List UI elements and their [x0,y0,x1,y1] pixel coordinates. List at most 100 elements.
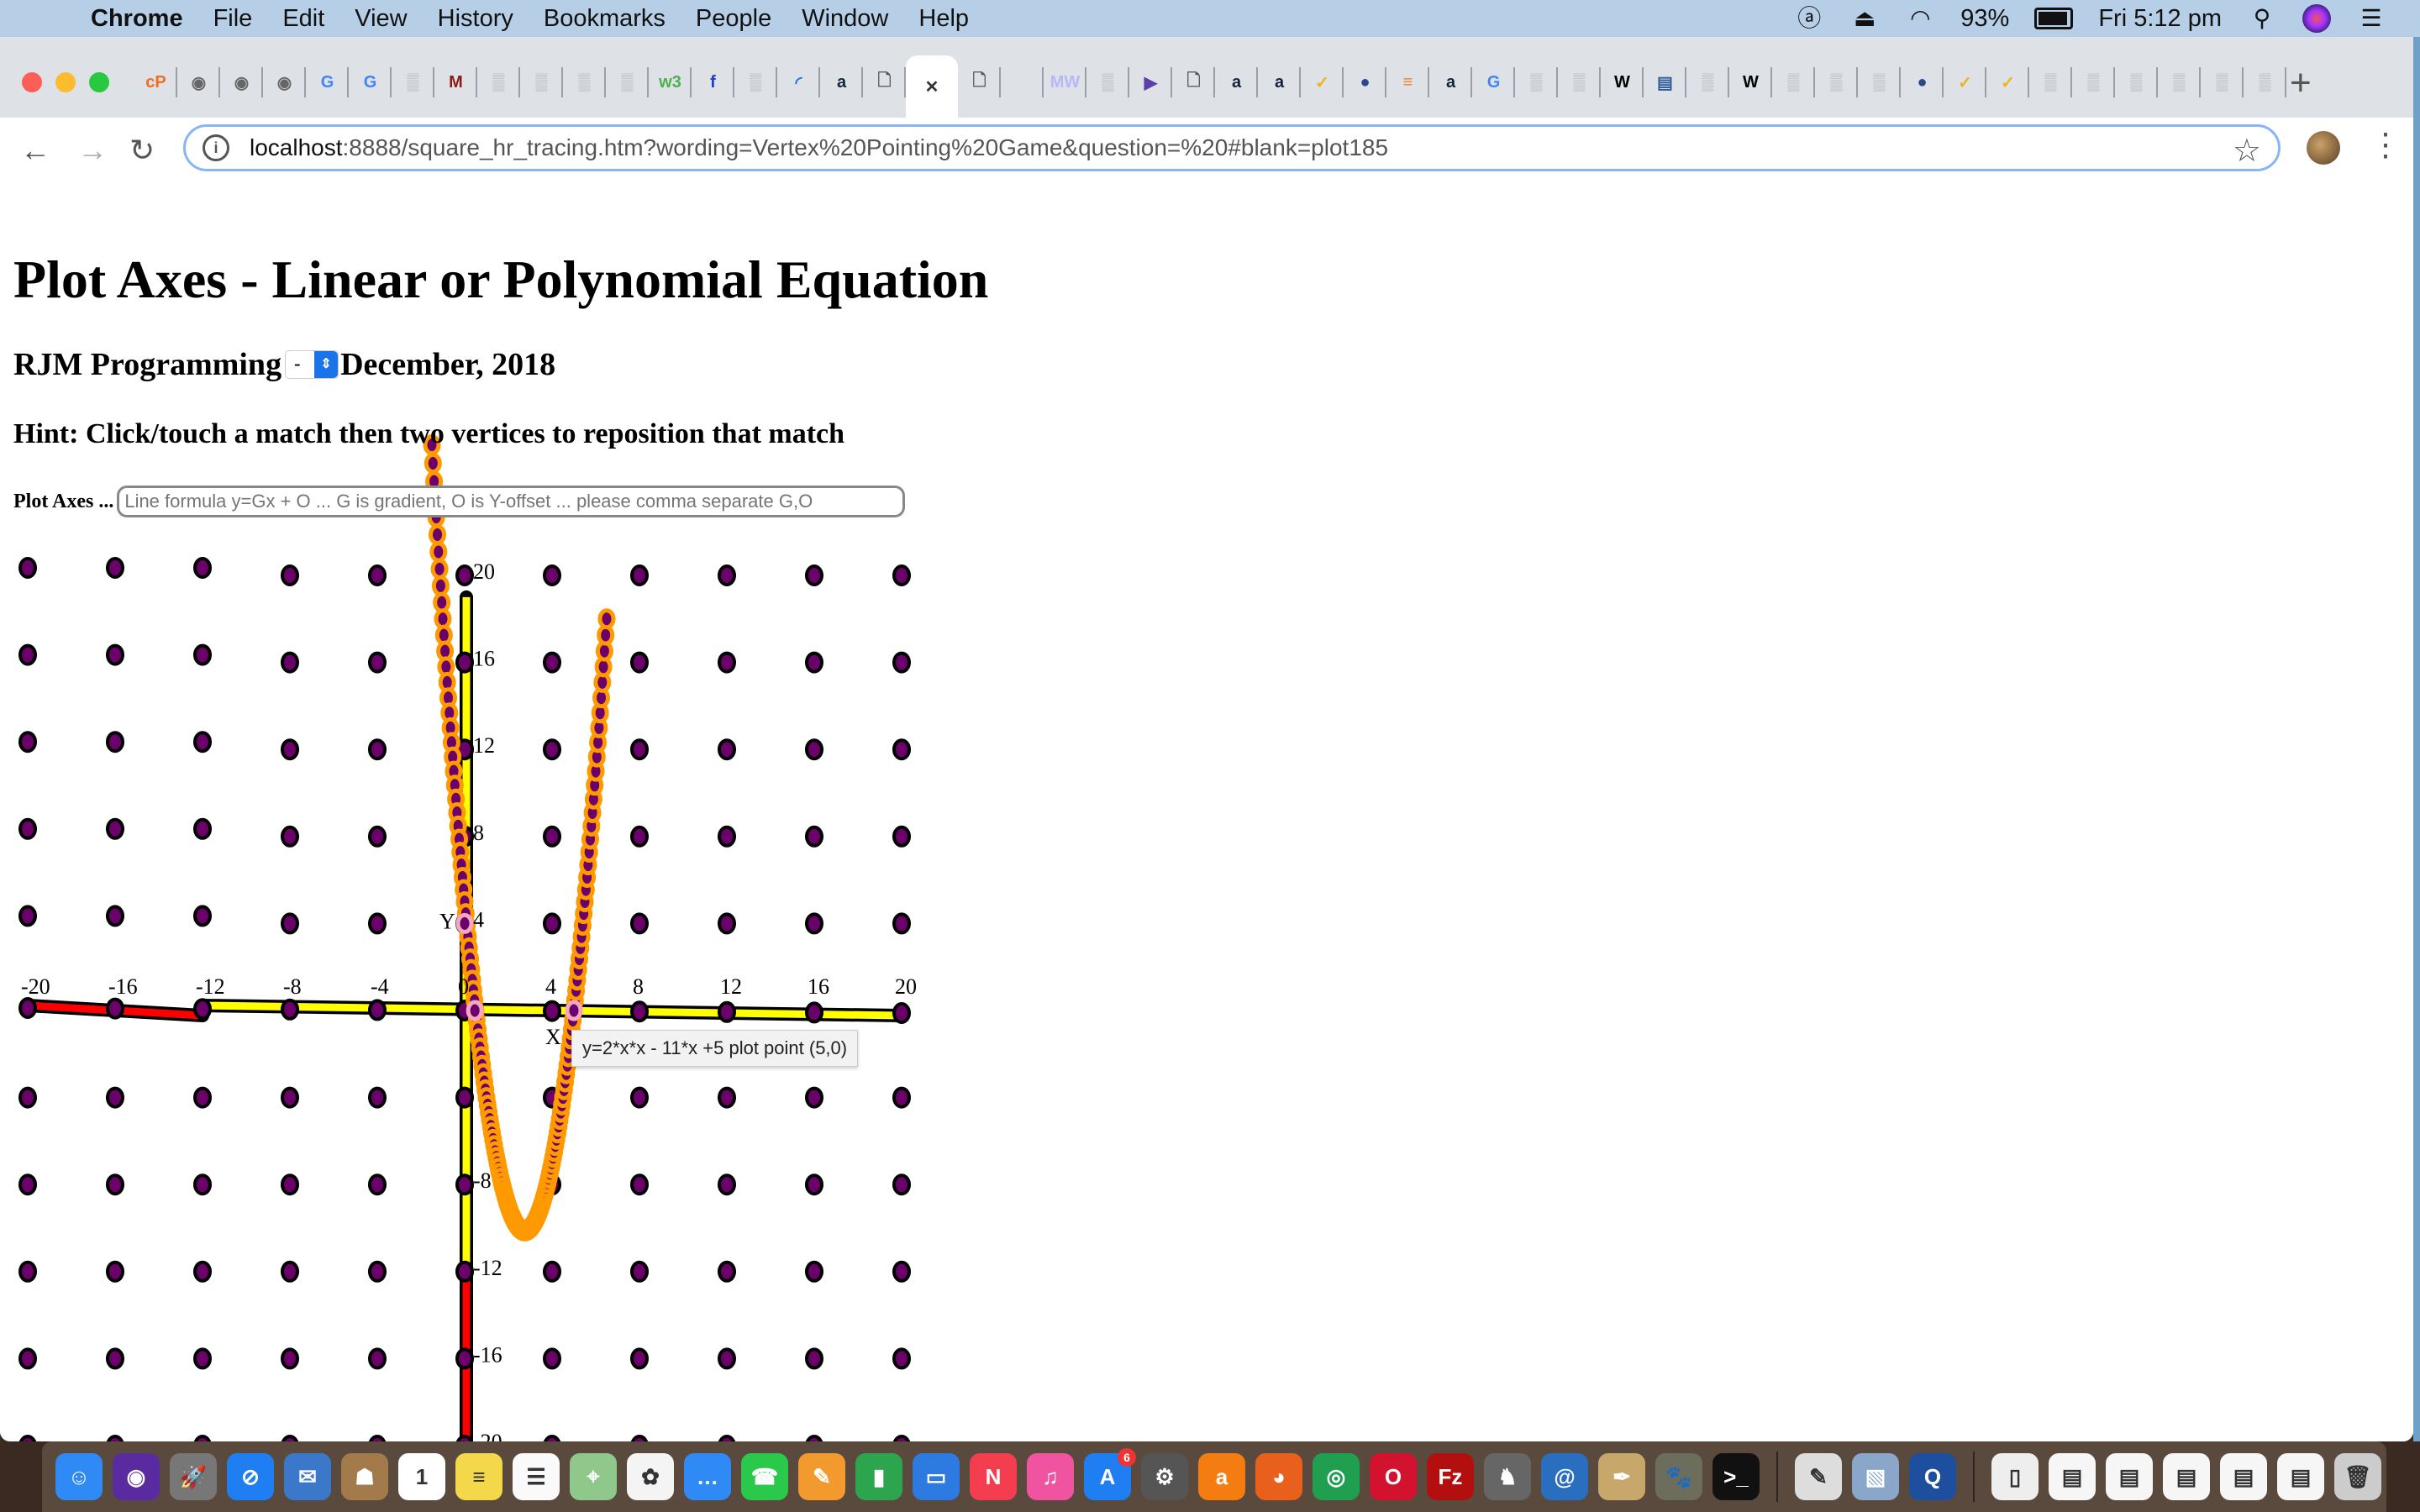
grid-vertex[interactable] [368,825,387,848]
tab[interactable]: ◜ [777,55,820,109]
grid-vertex[interactable] [543,564,561,586]
mode-select[interactable]: - ⇕ [285,350,339,379]
grid-vertex[interactable] [281,564,299,586]
tab[interactable]: ◉ [220,55,263,109]
grid-vertex[interactable] [18,817,37,840]
dock-calendar-icon[interactable]: 1 [398,1453,445,1500]
grid-vertex[interactable] [193,1086,212,1109]
menu-bookmarks[interactable]: Bookmarks [544,5,666,33]
grid-vertex[interactable] [892,1347,911,1370]
grid-vertex[interactable] [805,1260,823,1283]
grid-vertex[interactable] [106,997,124,1020]
grid-vertex[interactable] [281,912,299,935]
grid-vertex[interactable] [18,1347,37,1370]
dock-terminal-icon[interactable]: >_ [1712,1453,1760,1500]
tab[interactable]: G [349,55,392,109]
grid-vertex[interactable] [543,1000,561,1022]
dock-app-store-icon[interactable]: A6 [1084,1448,1136,1500]
tab[interactable]: W [1729,55,1772,109]
grid-vertex[interactable] [106,905,124,927]
tab[interactable]: ▒ [1815,55,1858,109]
tab[interactable]: ▒ [734,55,777,109]
dock-system-preferences-icon[interactable]: ⚙ [1141,1453,1188,1500]
tab[interactable]: ▒ [563,55,606,109]
tab[interactable]: ▒ [392,55,434,109]
tab[interactable]: ◉ [263,55,306,109]
grid-vertex[interactable] [455,1260,474,1283]
airplay-icon[interactable]: ⏏ [1849,5,1880,32]
grid-vertex[interactable] [543,651,561,674]
grid-vertex[interactable] [630,651,649,674]
tab[interactable]: ▒ [2201,55,2244,109]
grid-vertex[interactable] [193,1260,212,1283]
curve-point[interactable] [429,523,446,545]
grid-vertex[interactable] [718,1260,736,1283]
grid-vertex[interactable] [630,1173,649,1196]
grid-vertex[interactable] [892,1002,911,1024]
tab[interactable]: ▒ [2158,55,2201,109]
grid-vertex[interactable] [281,1347,299,1370]
dock-notes-icon[interactable]: ≡ [455,1453,502,1500]
wifi-icon[interactable]: ◠ [1905,5,1935,32]
grid-vertex[interactable] [805,651,823,674]
grid-vertex[interactable] [892,651,911,674]
tab[interactable] [1001,55,1044,109]
close-icon[interactable]: ✕ [919,74,944,99]
grid-vertex[interactable] [368,651,387,674]
grid-vertex[interactable] [543,912,561,935]
grid-vertex[interactable] [805,912,823,935]
menu-people[interactable]: People [696,5,771,33]
grid-vertex[interactable] [805,1086,823,1109]
tab-active[interactable]: ✕ [906,55,958,118]
grid-vertex[interactable] [892,738,911,761]
grid-vertex[interactable] [892,912,911,935]
grid-vertex[interactable] [455,564,474,586]
grid-vertex[interactable] [718,1086,736,1109]
tab[interactable]: a [1215,55,1258,109]
menu-view[interactable]: View [355,5,407,33]
grid-vertex[interactable] [368,1260,387,1283]
notification-center-icon[interactable]: ☰ [2356,5,2386,32]
tab[interactable]: ◉ [177,55,220,109]
grid-vertex[interactable] [805,825,823,848]
curve-point[interactable] [431,575,450,596]
curve-point[interactable] [429,541,448,563]
grid-vertex[interactable] [718,564,736,586]
grid-vertex[interactable] [805,1001,823,1024]
grid-vertex[interactable] [18,1086,37,1109]
grid-vertex[interactable] [630,1086,649,1109]
dock-chrome-window-icon[interactable]: ▤ [2049,1453,2096,1500]
grid-vertex[interactable] [718,1347,736,1370]
highlighted-point[interactable] [466,1000,484,1021]
grid-vertex[interactable] [18,643,37,666]
dock-bbedit-icon[interactable]: @ [1541,1453,1588,1500]
siri-icon[interactable] [2302,4,2331,33]
grid-vertex[interactable] [106,817,124,840]
curve-point[interactable] [433,591,451,613]
tab[interactable]: ● [1344,55,1386,109]
grid-vertex[interactable] [193,1347,212,1370]
grid-vertex[interactable] [18,1435,37,1441]
tab[interactable]: M [434,55,477,109]
grid-vertex[interactable] [281,738,299,761]
tab[interactable]: cP [134,55,177,109]
dock-filezilla-icon[interactable]: Fz [1427,1453,1474,1500]
grid-vertex[interactable] [193,905,212,927]
grid-vertex[interactable] [18,1173,37,1196]
grid-vertex[interactable] [106,1260,124,1283]
tab[interactable]: a [1429,55,1472,109]
grid-vertex[interactable] [193,1173,212,1196]
dock-bbedit-window-icon[interactable]: ▤ [2220,1453,2267,1500]
tab[interactable]: ▶ [1129,55,1172,109]
grid-vertex[interactable] [106,1086,124,1109]
curve-point[interactable] [430,558,449,580]
dock-keynote-icon[interactable]: ▭ [913,1453,960,1500]
dock-avast-icon[interactable]: a [1198,1453,1245,1500]
dock-opera-icon[interactable]: O [1370,1453,1417,1500]
grid-vertex[interactable] [368,1173,387,1196]
tab[interactable]: MW [1044,55,1086,109]
dock-quicktime-icon[interactable]: Q [1909,1453,1956,1500]
grid-vertex[interactable] [18,905,37,927]
dock-photos-icon[interactable]: ✿ [627,1453,674,1500]
tab[interactable]: ▤ [1644,55,1686,109]
